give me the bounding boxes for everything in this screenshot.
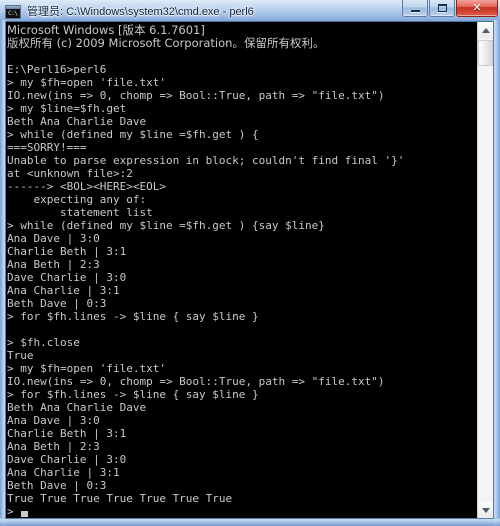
console-line: Beth Dave | 0:3 [7,297,107,310]
console-client-area[interactable]: Microsoft Windows [版本 6.1.7601] 版权所有 (c) … [6,22,477,518]
console-line: Ana Dave | 3:0 [7,414,100,427]
console-line: 版权所有 (c) 2009 Microsoft Corporation。保留所有… [7,36,325,50]
console-line: Beth Dave | 0:3 [7,479,107,492]
cmd-icon-prompt-text: C:\ [8,9,18,17]
cmd-console-icon: C:\ [5,4,21,19]
console-line: Ana Charlie | 3:1 [7,466,120,479]
vertical-scrollbar[interactable] [477,22,493,518]
console-line: at <unknown file>:2 [7,167,133,180]
console-line: > for $fh.lines -> $line { say $line } [7,310,259,323]
console-line: IO.new(ins => 0, chomp => Bool::True, pa… [7,89,385,102]
console-line: Beth Ana Charlie Dave [7,401,147,414]
close-icon: ✕ [472,1,482,14]
minimize-button[interactable] [402,0,428,17]
console-line: Unable to parse expression in block; cou… [7,154,405,167]
console-output: Microsoft Windows [版本 6.1.7601] 版权所有 (c) … [6,22,477,519]
console-line: > my $line=$fh.get [7,102,127,115]
maximize-button[interactable] [429,0,455,17]
scroll-down-arrow-icon[interactable] [478,502,493,518]
console-line: IO.new(ins => 0, chomp => Bool::True, pa… [7,375,385,388]
console-line: Ana Beth | 2:3 [7,440,100,453]
console-line: > $fh.close [7,336,80,349]
console-line: Dave Charlie | 3:0 [7,453,127,466]
scrollbar-track[interactable] [478,38,493,502]
console-line: > while (defined my $line =$fh.get ) {sa… [7,219,325,232]
console-line: > my $fh=open 'file.txt' [7,362,166,375]
console-line: Ana Beth | 2:3 [7,258,100,271]
console-line: Ana Charlie | 3:1 [7,284,120,297]
title-bar[interactable]: C:\ 管理员: C:\Windows\system32\cmd.exe - p… [0,0,500,22]
console-line: > my $fh=open 'file.txt' [7,76,166,89]
console-line: ------> <BOL><HERE><EOL> [7,180,166,193]
close-button[interactable]: ✕ [456,0,498,17]
console-line: Beth Ana Charlie Dave [7,115,147,128]
console-line: statement list [7,206,153,219]
console-line: Charlie Beth | 3:1 [7,245,127,258]
console-line: E:\Perl16>perl6 [7,63,107,76]
minimize-icon [410,9,420,12]
console-line: Dave Charlie | 3:0 [7,271,127,284]
cmd-icon-titlebar-strip [6,5,20,9]
maximize-icon [437,4,447,12]
console-line: expecting any of: [7,193,147,206]
console-line: Ana Dave | 3:0 [7,232,100,245]
console-line: > while (defined my $line =$fh.get ) { [7,128,259,141]
console-line: True True True True True True True [7,492,233,505]
console-cursor [20,510,28,517]
console-line: Charlie Beth | 3:1 [7,427,127,440]
scrollbar-thumb[interactable] [478,40,493,66]
console-line: > for $fh.lines -> $line { say $line } [7,388,259,401]
console-prompt-symbol: > [7,505,14,518]
console-prompt-line[interactable]: > [7,505,477,518]
caption-button-group: ✕ [401,0,498,20]
console-line: ===SORRY!=== [7,141,87,154]
console-line: True [7,349,34,362]
console-window: C:\ 管理员: C:\Windows\system32\cmd.exe - p… [0,0,500,526]
scroll-up-arrow-icon[interactable] [478,22,493,38]
